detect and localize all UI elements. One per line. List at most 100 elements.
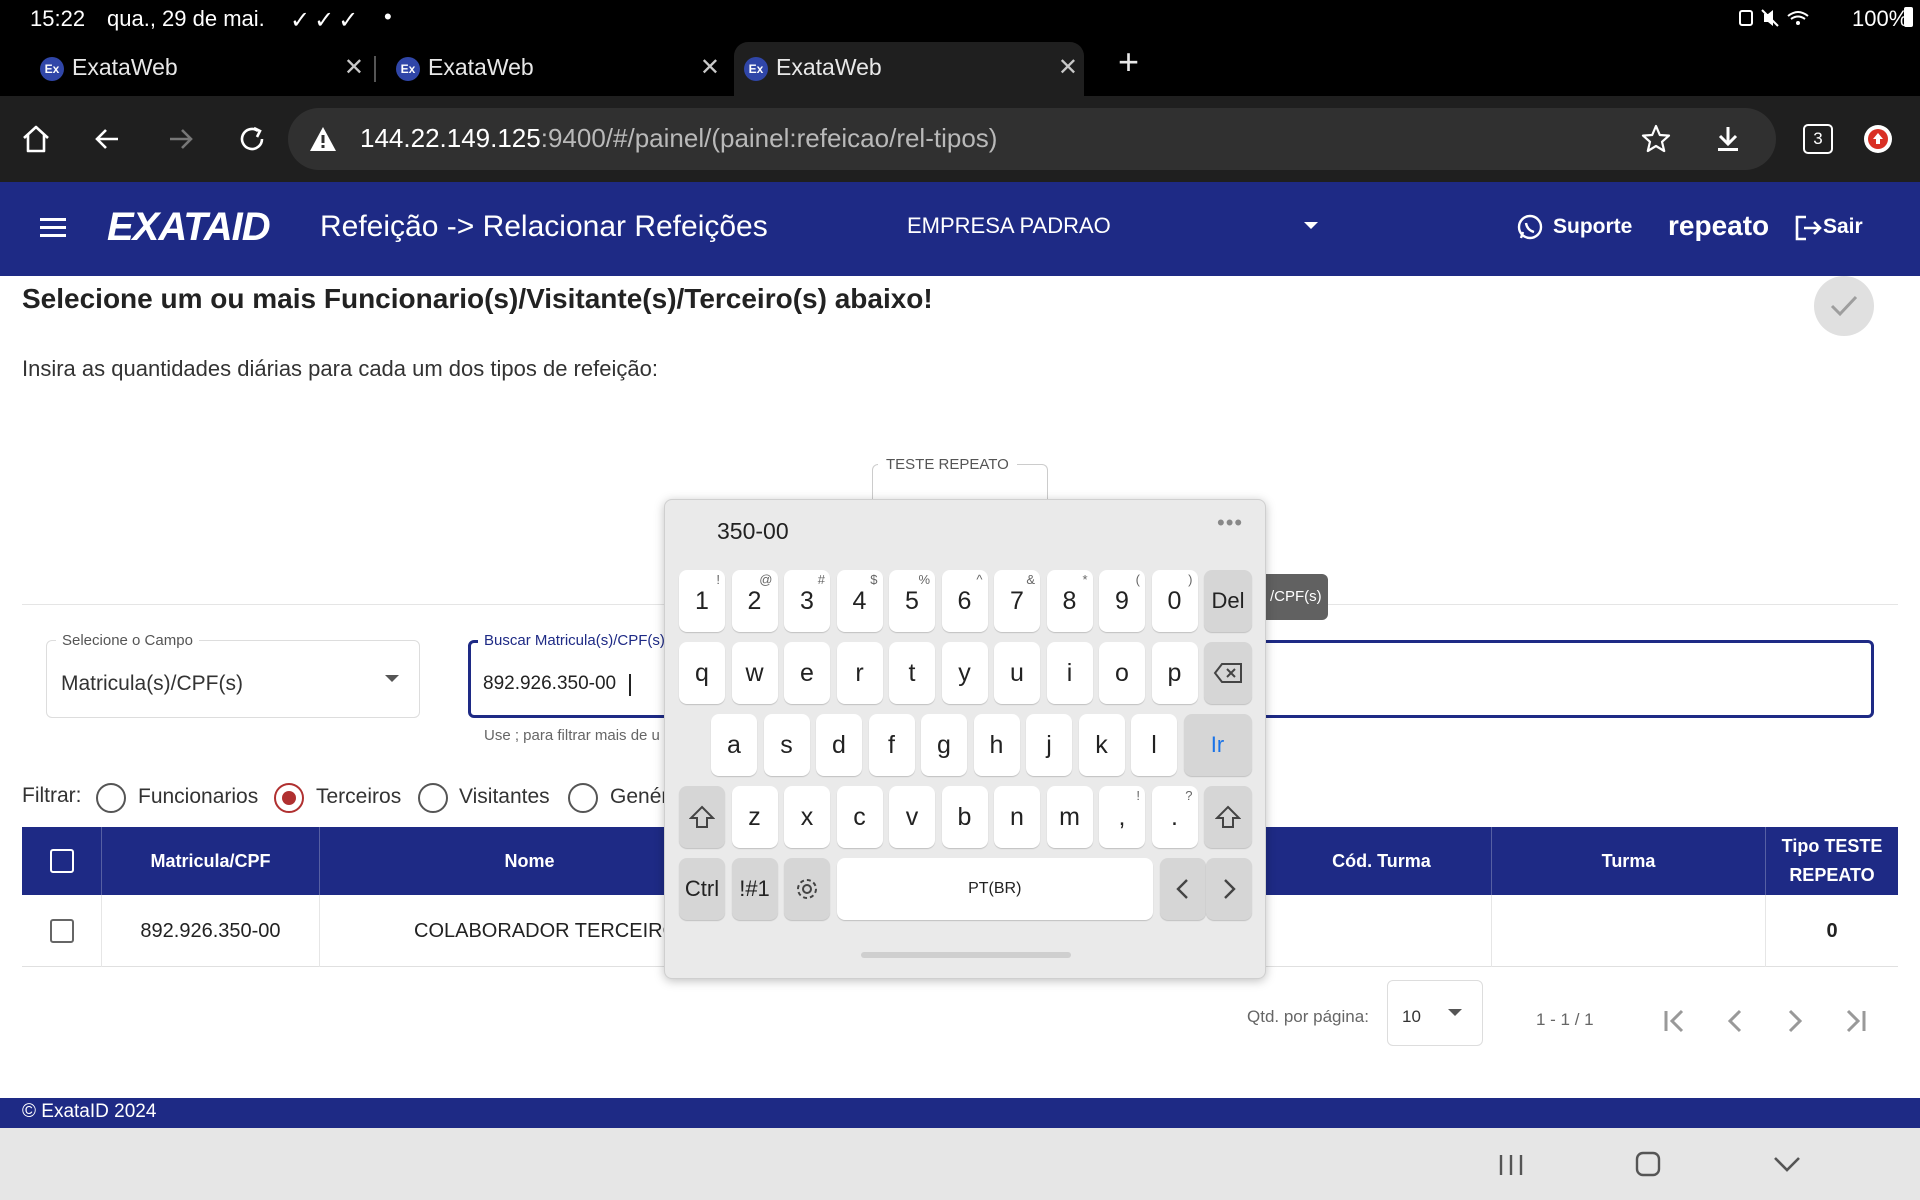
browser-tab-1[interactable]: Ex ExataWeb ✕ [30, 42, 370, 96]
campo-select-value[interactable]: Matricula(s)/CPF(s) [61, 672, 243, 696]
key-x[interactable]: x [784, 786, 830, 848]
chevron-down-icon[interactable] [1304, 222, 1318, 229]
key-g[interactable]: g [921, 714, 967, 776]
empresa-select[interactable]: EMPRESA PADRAO [907, 213, 1111, 239]
download-icon[interactable] [1712, 123, 1744, 155]
close-tab-icon[interactable]: ✕ [344, 53, 364, 82]
key-z[interactable]: z [731, 786, 778, 848]
recent-apps-icon[interactable] [1496, 1152, 1526, 1178]
key-y[interactable]: y [941, 642, 988, 704]
confirm-button[interactable] [1814, 276, 1874, 336]
key-go[interactable]: Ir [1183, 714, 1252, 776]
key-r[interactable]: r [836, 642, 883, 704]
forward-arrow-icon[interactable] [164, 123, 196, 155]
radio-label-terceiros[interactable]: Terceiros [316, 785, 401, 809]
key-0[interactable]: 0) [1151, 570, 1198, 632]
hide-keyboard-chevron-icon[interactable] [1772, 1154, 1802, 1174]
header-matricula[interactable]: Matricula/CPF [102, 827, 320, 895]
key-j[interactable]: j [1026, 714, 1072, 776]
key-t[interactable]: t [889, 642, 935, 704]
key-8[interactable]: 8 * [1046, 570, 1093, 632]
logout-icon[interactable] [1793, 213, 1823, 243]
keyboard-drag-handle[interactable] [861, 952, 1071, 958]
key-shift-left[interactable] [679, 786, 725, 848]
key-1[interactable]: 1! [679, 570, 725, 632]
chevron-down-icon[interactable] [1448, 1009, 1462, 1016]
key-period[interactable]: .? [1151, 786, 1198, 848]
browser-tab-2[interactable]: Ex ExataWeb ✕ [386, 42, 726, 96]
key-k[interactable]: k [1078, 714, 1125, 776]
key-d[interactable]: d [816, 714, 862, 776]
radio-visitantes[interactable] [418, 783, 448, 813]
key-6[interactable]: 6 ^ [941, 570, 988, 632]
back-arrow-icon[interactable] [92, 123, 124, 155]
row-checkbox[interactable] [50, 919, 74, 943]
header-tipo-teste[interactable]: Tipo TESTE REPEATO [1766, 827, 1898, 895]
key-p[interactable]: p [1151, 642, 1198, 704]
key-e[interactable]: e [784, 642, 830, 704]
key-symbols[interactable]: !#1 [731, 858, 778, 920]
close-tab-icon[interactable]: ✕ [700, 53, 720, 82]
sair-button[interactable]: Sair [1823, 215, 1863, 239]
radio-label-genericos[interactable]: Genér [610, 785, 668, 809]
reload-icon[interactable] [236, 123, 268, 155]
keyboard-more-options-icon[interactable]: ••• [1217, 510, 1243, 536]
radio-terceiros[interactable] [274, 783, 304, 813]
key-right[interactable] [1206, 858, 1252, 920]
key-q[interactable]: q [679, 642, 725, 704]
close-tab-icon[interactable]: ✕ [1058, 53, 1078, 82]
key-5[interactable]: 5% [889, 570, 935, 632]
key-s[interactable]: s [763, 714, 810, 776]
key-m[interactable]: m [1046, 786, 1093, 848]
home-icon[interactable] [20, 123, 52, 155]
key-n[interactable]: n [994, 786, 1040, 848]
hamburger-menu-icon[interactable] [38, 215, 68, 241]
search-input-value[interactable]: 892.926.350-00 [483, 673, 616, 695]
key-u[interactable]: u [994, 642, 1040, 704]
key-b[interactable]: b [941, 786, 988, 848]
key-shift-right[interactable] [1204, 786, 1252, 848]
tab-switcher-icon[interactable]: 3 [1803, 124, 1833, 154]
page-size-value[interactable]: 10 [1402, 1007, 1421, 1027]
suporte-button[interactable]: Suporte [1553, 215, 1632, 239]
key-i[interactable]: i [1046, 642, 1093, 704]
key-f[interactable]: f [868, 714, 915, 776]
exataid-logo[interactable]: EXATAID [107, 205, 271, 250]
key-o[interactable]: o [1099, 642, 1145, 704]
key-c[interactable]: c [836, 786, 883, 848]
header-cod-turma[interactable]: Cód. Turma [1272, 827, 1492, 895]
key-2[interactable]: 2 @ [731, 570, 778, 632]
chevron-down-icon[interactable] [385, 675, 399, 682]
select-all-checkbox[interactable] [50, 849, 74, 873]
whatsapp-icon[interactable] [1515, 213, 1545, 243]
bookmark-star-icon[interactable] [1640, 123, 1672, 155]
header-turma[interactable]: Turma [1492, 827, 1766, 895]
key-7[interactable]: 7 & [994, 570, 1040, 632]
previous-page-icon[interactable] [1720, 1006, 1750, 1036]
radio-label-funcionarios[interactable]: Funcionarios [138, 785, 258, 809]
url-text[interactable]: 144.22.149.125:9400/#/painel/(painel:ref… [360, 123, 997, 154]
key-4[interactable]: 4 $ [836, 570, 883, 632]
key-3[interactable]: 3 # [784, 570, 830, 632]
key-9[interactable]: 9( [1099, 570, 1145, 632]
first-page-icon[interactable] [1660, 1006, 1690, 1036]
key-v[interactable]: v [889, 786, 935, 848]
home-button-icon[interactable] [1634, 1150, 1662, 1178]
key-delete[interactable]: Del [1204, 570, 1252, 632]
key-settings[interactable] [784, 858, 830, 920]
new-tab-plus-icon[interactable]: + [1118, 44, 1139, 80]
key-a[interactable]: a [711, 714, 757, 776]
last-page-icon[interactable] [1840, 1006, 1870, 1036]
key-left[interactable] [1159, 858, 1206, 920]
radio-genericos[interactable] [568, 783, 598, 813]
cell-tipo-teste[interactable]: 0 [1766, 895, 1898, 967]
not-secure-warning-icon[interactable] [308, 125, 338, 153]
radio-label-visitantes[interactable]: Visitantes [459, 785, 550, 809]
keyboard-suggestion[interactable]: 350-00 [717, 518, 789, 545]
next-page-icon[interactable] [1780, 1006, 1810, 1036]
key-ctrl[interactable]: Ctrl [679, 858, 725, 920]
key-l[interactable]: l [1131, 714, 1177, 776]
key-w[interactable]: w [731, 642, 778, 704]
radio-funcionarios[interactable] [96, 783, 126, 813]
key-backspace[interactable] [1204, 642, 1252, 704]
